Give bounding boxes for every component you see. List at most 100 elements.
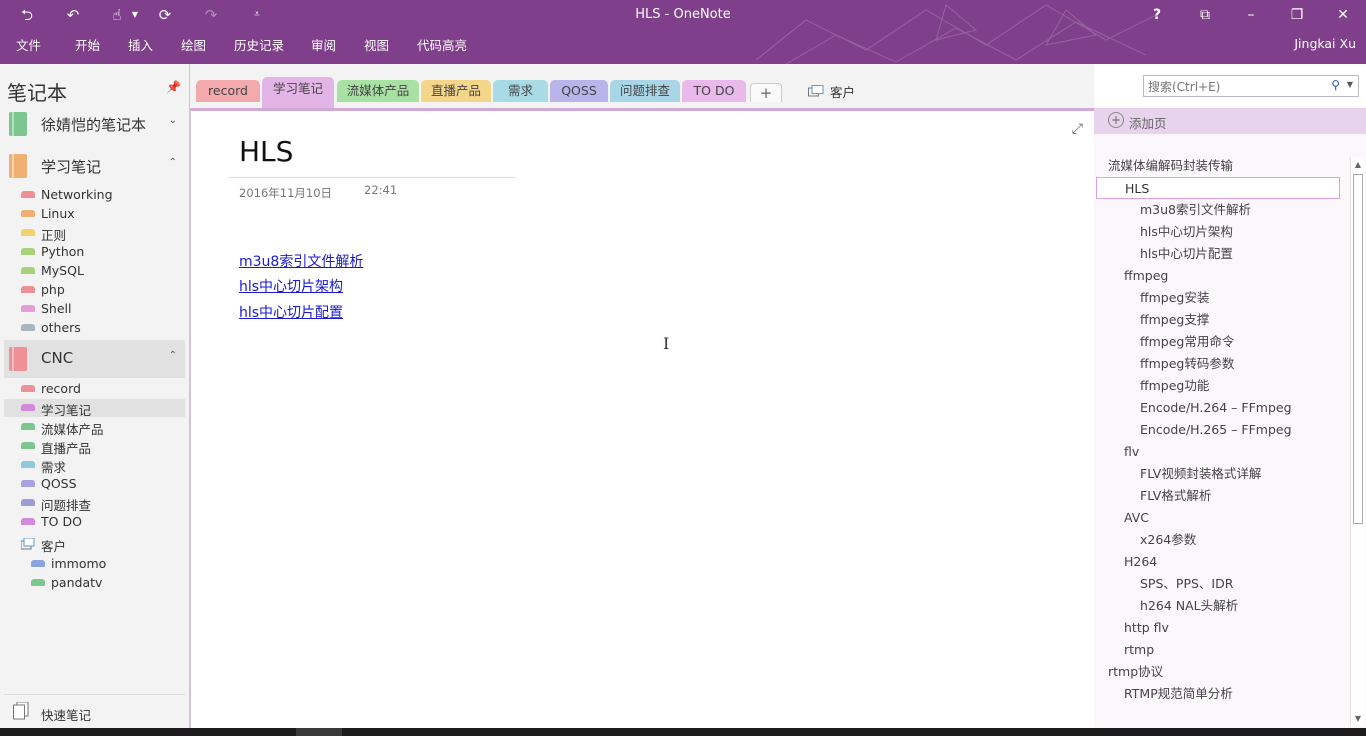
menu-review[interactable]: 审阅	[311, 35, 336, 54]
section-item[interactable]: Linux	[4, 205, 185, 223]
page-item[interactable]: hls中心切片架构	[1140, 221, 1233, 243]
search-scope-dropdown-icon[interactable]: ▼	[1347, 80, 1353, 89]
section-tab-icon	[21, 518, 35, 525]
user-name[interactable]: Jingkai Xu	[1294, 36, 1356, 51]
section-item[interactable]: QOSS	[4, 475, 185, 493]
page-item[interactable]: flv	[1124, 441, 1139, 463]
notebook-pane-title: 笔记本	[7, 81, 67, 105]
menu-draw[interactable]: 绘图	[181, 35, 206, 54]
section-tab-icon	[21, 229, 35, 236]
taskbar-active-item[interactable]	[296, 728, 342, 736]
section-item[interactable]: Networking	[4, 186, 185, 204]
section-item[interactable]: 流媒体产品	[4, 418, 185, 437]
page-item[interactable]: Encode/H.265 – FFmpeg	[1140, 419, 1292, 441]
add-page-button[interactable]: + 添加页	[1094, 108, 1366, 134]
chevron-up-icon[interactable]: ⌃	[169, 350, 177, 361]
tab-live-products[interactable]: 直播产品	[421, 80, 491, 102]
page-item[interactable]: RTMP规范简单分析	[1124, 683, 1233, 705]
page-canvas[interactable]: ⤢ HLS 2016年11月10日 22:41 m3u8索引文件解析 hls中心…	[190, 108, 1095, 731]
page-list-scrollbar[interactable]: ▲ ▼	[1350, 158, 1365, 726]
menu-insert[interactable]: 插入	[128, 35, 153, 54]
page-item[interactable]: ffmpeg安装	[1140, 287, 1209, 309]
notebook-item[interactable]: 学习笔记 ⌃	[4, 147, 185, 185]
page-link[interactable]: m3u8索引文件解析	[239, 251, 363, 271]
search-box[interactable]: ⚲ ▼	[1143, 75, 1359, 97]
section-item[interactable]: Python	[4, 243, 185, 261]
help-icon[interactable]: ?	[1142, 5, 1172, 25]
menu-history[interactable]: 历史记录	[234, 35, 284, 54]
tab-streaming-products[interactable]: 流媒体产品	[337, 80, 419, 102]
menu-view[interactable]: 视图	[364, 35, 389, 54]
menu-code-highlight[interactable]: 代码高亮	[417, 35, 467, 54]
close-icon[interactable]: ✕	[1328, 5, 1358, 25]
page-list-pane: + 添加页 流媒体编解码封装传输 HLS m3u8索引文件解析 hls中心切片架构 hl…	[1094, 108, 1366, 728]
page-item[interactable]: 流媒体编解码封装传输	[1108, 155, 1233, 177]
page-item[interactable]: rtmp协议	[1108, 661, 1163, 683]
page-item[interactable]: FLV格式解析	[1140, 485, 1211, 507]
notebook-item[interactable]: CNC ⌃	[4, 340, 185, 378]
notebook-name: CNC	[41, 349, 74, 367]
chevron-down-icon[interactable]: ⌄	[169, 115, 177, 126]
search-icon[interactable]: ⚲	[1331, 78, 1340, 92]
section-item[interactable]: 问题排查	[4, 494, 185, 513]
page-link[interactable]: hls中心切片架构	[239, 276, 343, 296]
scroll-down-icon[interactable]: ▼	[1351, 712, 1365, 726]
page-item[interactable]: rtmp	[1124, 639, 1154, 661]
page-item[interactable]: ffmpeg功能	[1140, 375, 1209, 397]
page-link[interactable]: hls中心切片配置	[239, 302, 343, 322]
search-input[interactable]	[1146, 78, 1330, 96]
tab-record[interactable]: record	[196, 80, 260, 102]
expand-icon[interactable]: ⤢	[1072, 121, 1083, 137]
notebook-item[interactable]: 徐婧恺的笔记本 ⌄	[4, 105, 185, 143]
section-item[interactable]: php	[4, 281, 185, 299]
menu-home[interactable]: 开始	[75, 35, 100, 54]
page-item[interactable]: http flv	[1124, 617, 1169, 639]
page-time: 22:41	[364, 183, 398, 197]
section-item[interactable]: record	[4, 380, 185, 398]
section-item[interactable]: 正则	[4, 224, 185, 243]
page-item[interactable]: Encode/H.264 – FFmpeg	[1140, 397, 1292, 419]
quick-notes-button[interactable]: 快速笔记	[4, 694, 185, 725]
menu-file[interactable]: 文件	[16, 35, 41, 54]
page-item[interactable]: H264	[1124, 551, 1157, 573]
page-item[interactable]: x264参数	[1140, 529, 1196, 551]
section-group-item[interactable]: 客户	[4, 535, 185, 554]
section-label: pandatv	[51, 575, 103, 590]
scroll-up-icon[interactable]: ▲	[1351, 158, 1365, 172]
page-item[interactable]: ffmpeg转码参数	[1140, 353, 1234, 375]
page-item[interactable]: m3u8索引文件解析	[1140, 199, 1251, 221]
section-item[interactable]: Shell	[4, 300, 185, 318]
minimize-icon[interactable]: –	[1236, 5, 1266, 25]
section-item[interactable]: 直播产品	[4, 437, 185, 456]
tab-group-customers[interactable]: 客户	[830, 82, 855, 101]
section-item[interactable]: pandatv	[4, 574, 185, 592]
chevron-up-icon[interactable]: ⌃	[169, 157, 177, 168]
section-item-selected[interactable]: 学习笔记	[4, 399, 185, 418]
page-item[interactable]: ffmpeg	[1124, 265, 1168, 287]
section-item[interactable]: immomo	[4, 555, 185, 573]
page-item[interactable]: ffmpeg支撑	[1140, 309, 1209, 331]
page-item-selected[interactable]: HLS	[1096, 177, 1340, 199]
page-title[interactable]: HLS	[239, 135, 293, 168]
ribbon-display-icon[interactable]: ⧉	[1190, 5, 1220, 25]
section-item[interactable]: MySQL	[4, 262, 185, 280]
page-item[interactable]: h264 NAL头解析	[1140, 595, 1238, 617]
page-item[interactable]: FLV视频封装格式详解	[1140, 463, 1261, 485]
section-item[interactable]: TO DO	[4, 513, 185, 531]
tab-todo[interactable]: TO DO	[682, 80, 746, 102]
restore-icon[interactable]: ❐	[1282, 5, 1312, 25]
section-item[interactable]: others	[4, 319, 185, 337]
page-item[interactable]: hls中心切片配置	[1140, 243, 1233, 265]
page-item[interactable]: SPS、PPS、IDR	[1140, 573, 1233, 595]
section-item[interactable]: 需求	[4, 456, 185, 475]
tab-requirements[interactable]: 需求	[493, 80, 548, 102]
tab-qoss[interactable]: QOSS	[550, 80, 608, 102]
add-section-button[interactable]: +	[750, 83, 782, 102]
scrollbar-thumb[interactable]	[1353, 174, 1363, 524]
pin-icon[interactable]: 📌	[166, 80, 181, 94]
quick-notes-icon	[13, 702, 29, 720]
tab-troubleshooting[interactable]: 问题排查	[610, 80, 680, 102]
tab-study-notes[interactable]: 学习笔记	[262, 77, 334, 108]
page-item[interactable]: AVC	[1124, 507, 1149, 529]
page-item[interactable]: ffmpeg常用命令	[1140, 331, 1234, 353]
